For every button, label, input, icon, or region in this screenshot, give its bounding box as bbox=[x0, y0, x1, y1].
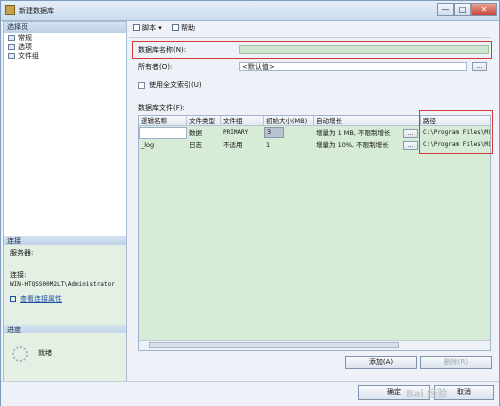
cell-filegroup: 不适用 bbox=[223, 141, 243, 149]
maximize-button[interactable]: □ bbox=[454, 3, 471, 16]
help-button[interactable]: 帮助 bbox=[172, 23, 195, 33]
owner-input[interactable]: <默认值> bbox=[239, 62, 467, 71]
scrollbar-thumb[interactable] bbox=[149, 342, 399, 348]
database-icon bbox=[5, 5, 15, 15]
dbname-input[interactable] bbox=[239, 45, 489, 54]
cell-file-type: 数据 bbox=[189, 129, 202, 137]
connection-panel: 服务器: 连接: WIN-HTQSS00M2LT\Administrator 查… bbox=[4, 245, 126, 325]
column-header-initial-size[interactable]: 初始大小(MB) bbox=[264, 116, 314, 126]
remove-button[interactable]: 删除(R) bbox=[420, 356, 492, 369]
cell-initial-size[interactable]: 1 bbox=[264, 139, 314, 151]
window-title: 新建数据库 bbox=[19, 7, 54, 15]
progress-status: 就绪 bbox=[38, 349, 52, 357]
cell-logical-name[interactable]: _log bbox=[139, 139, 187, 151]
watermark: Bai 经验 bbox=[406, 389, 448, 400]
dbname-label: 数据库名称(N): bbox=[138, 46, 187, 54]
autogrowth-button[interactable]: ... bbox=[403, 141, 418, 150]
script-button[interactable]: 脚本 ▾ bbox=[133, 23, 162, 33]
progress-panel: 就绪 bbox=[4, 333, 126, 383]
nav-item-general[interactable]: 常规 bbox=[8, 34, 32, 43]
left-pane: 选择页 常规 选项 文件组 连接 服务器: 连接: WIN-HTQSS00M2L… bbox=[3, 21, 127, 384]
toolbar: 脚本 ▾ 帮助 bbox=[129, 21, 497, 36]
owner-label: 所有者(O): bbox=[138, 63, 173, 71]
select-page-header: 选择页 bbox=[4, 22, 126, 33]
nav-item-options[interactable]: 选项 bbox=[8, 43, 32, 52]
cell-autogrowth: 增量为 1 MB, 不限制增长 bbox=[316, 129, 391, 137]
server-label: 服务器: bbox=[10, 249, 34, 257]
connection-value: WIN-HTQSS00M2LT\Administrator bbox=[10, 281, 115, 288]
column-header-filegroup[interactable]: 文件组 bbox=[221, 116, 264, 126]
autogrowth-button[interactable]: ... bbox=[403, 129, 418, 138]
owner-browse-button[interactable]: ... bbox=[472, 62, 487, 71]
horizontal-scrollbar[interactable] bbox=[139, 340, 490, 350]
script-icon bbox=[133, 24, 140, 31]
fulltext-label: 使用全文索引(U) bbox=[149, 81, 202, 89]
cell-filegroup: PRIMARY bbox=[223, 129, 249, 136]
highlight-path bbox=[419, 110, 493, 154]
properties-icon bbox=[10, 296, 16, 302]
column-header-logical-name[interactable]: 逻辑名称 bbox=[139, 116, 187, 126]
new-database-dialog: 新建数据库 — □ ✕ 选择页 常规 选项 文件组 连接 服务器: 连接: WI… bbox=[0, 0, 500, 406]
database-files-label: 数据库文件(F): bbox=[138, 104, 185, 112]
column-header-autogrowth[interactable]: 自动增长 bbox=[314, 116, 421, 126]
page-icon bbox=[8, 35, 15, 41]
nav-item-filegroups[interactable]: 文件组 bbox=[8, 52, 39, 61]
page-icon bbox=[8, 44, 15, 50]
help-icon bbox=[172, 24, 179, 31]
add-button[interactable]: 添加(A) bbox=[345, 356, 417, 369]
fulltext-checkbox[interactable] bbox=[138, 82, 145, 89]
cell-initial-size[interactable]: 3 bbox=[264, 127, 284, 138]
view-connection-properties-link[interactable]: 查看连接属性 bbox=[10, 295, 62, 304]
page-icon bbox=[8, 53, 15, 59]
toolbar-separator bbox=[129, 37, 491, 38]
minimize-button[interactable]: — bbox=[437, 3, 454, 16]
cell-file-type: 日志 bbox=[189, 141, 202, 149]
cell-logical-name[interactable] bbox=[139, 127, 187, 139]
progress-spinner-icon bbox=[12, 346, 28, 362]
title-bar: 新建数据库 — □ ✕ bbox=[1, 1, 499, 21]
connection-label: 连接: bbox=[10, 271, 27, 279]
column-header-file-type[interactable]: 文件类型 bbox=[187, 116, 221, 126]
right-pane: 脚本 ▾ 帮助 数据库名称(N): 所有者(O): <默认值> ... 使用全文… bbox=[129, 21, 497, 379]
close-button[interactable]: ✕ bbox=[471, 3, 497, 16]
cell-autogrowth: 增量为 10%, 不限制增长 bbox=[316, 141, 389, 149]
